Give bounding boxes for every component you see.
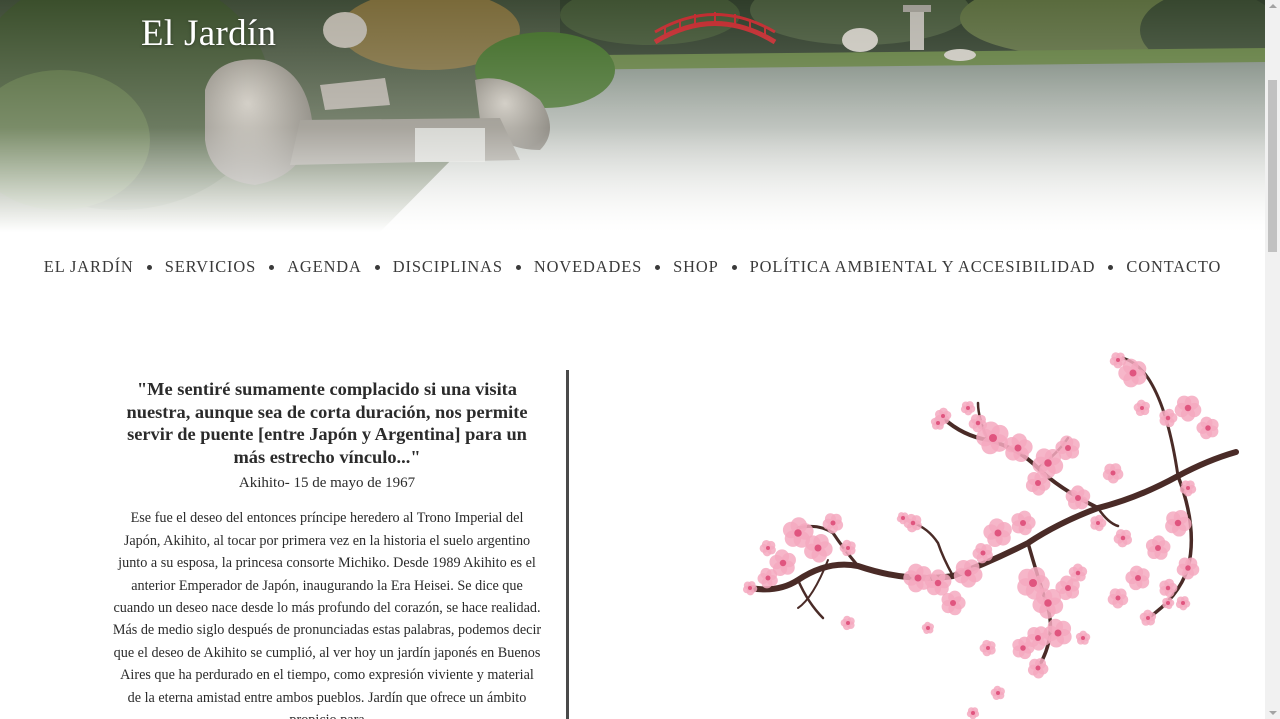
main-nav: EL JARDÍN SERVICIOS AGENDA DISCIPLINAS N… xyxy=(0,252,1265,282)
quote-attribution: Akihito- 15 de mayo de 1967 xyxy=(238,475,416,492)
site-title[interactable]: El Jardín xyxy=(141,12,276,55)
blossom-flower xyxy=(1075,630,1091,645)
blossom-flower xyxy=(757,567,778,589)
blossom-flower xyxy=(1065,485,1091,510)
blossom-flower xyxy=(1011,510,1036,536)
blossom-flower xyxy=(1068,563,1088,582)
intro-paragraph: Ese fue el deseo del entonces príncipe h… xyxy=(112,510,542,719)
nav-separator xyxy=(146,264,152,270)
nav-item-disciplinas[interactable]: DISCIPLINAS xyxy=(393,257,503,277)
vertical-divider xyxy=(566,370,569,719)
blossom-flower xyxy=(1179,480,1197,497)
nav-item-el-jardin[interactable]: EL JARDÍN xyxy=(44,257,134,277)
blossom-flower xyxy=(1125,565,1150,591)
blossom-flower xyxy=(979,639,996,657)
nav-separator xyxy=(374,264,380,270)
akihito-quote: "Me sentiré sumamente complacido si una … xyxy=(126,379,528,467)
blossom-flower xyxy=(921,621,934,634)
scroll-down-arrow-icon[interactable] xyxy=(1269,711,1277,715)
nav-item-politica-ambiental[interactable]: POLÍTICA AMBIENTAL Y ACCESIBILIDAD xyxy=(750,257,1096,277)
nav-separator xyxy=(655,264,661,270)
blossom-flower xyxy=(960,401,976,416)
blossom-flower xyxy=(1175,596,1191,611)
nav-item-novedades[interactable]: NOVEDADES xyxy=(534,257,642,277)
blossom-flower xyxy=(972,542,993,564)
page-scrollbar[interactable] xyxy=(1265,0,1280,719)
blossom-flower xyxy=(983,518,1012,547)
scroll-up-arrow-icon[interactable] xyxy=(1269,4,1277,8)
blossom-flower xyxy=(966,707,980,719)
blossom-flower xyxy=(1027,658,1049,679)
blossom-flower xyxy=(1107,588,1129,609)
blossom-flower xyxy=(840,615,855,631)
scroll-thumb[interactable] xyxy=(1268,80,1277,252)
blossom-flower xyxy=(1176,557,1200,580)
blossom-flower xyxy=(1159,408,1178,428)
nav-item-contacto[interactable]: CONTACTO xyxy=(1126,257,1221,277)
intro-section: "Me sentiré sumamente complacido si una … xyxy=(112,378,542,719)
nav-separator xyxy=(731,264,737,270)
blossom-flower xyxy=(1025,471,1051,496)
nav-separator xyxy=(515,264,521,270)
cherry-blossom-branch-icon xyxy=(742,352,1239,719)
blossom-flower xyxy=(1113,529,1133,548)
blossom-flower xyxy=(1145,535,1171,560)
blossom-flower xyxy=(742,581,758,596)
blossom-flower xyxy=(759,539,776,557)
blossom-flower xyxy=(1102,463,1124,484)
blossom-flower xyxy=(1133,399,1150,416)
blossom-flower xyxy=(1196,416,1219,440)
blossom-flower xyxy=(990,685,1005,700)
nav-separator xyxy=(269,264,275,270)
blossom-flower xyxy=(941,590,966,616)
hero-banner: El Jardín xyxy=(0,0,1265,232)
blossom-flower xyxy=(1174,395,1202,422)
nav-item-agenda[interactable]: AGENDA xyxy=(287,257,362,277)
blossom-flower xyxy=(839,539,856,557)
blossom-flower xyxy=(804,534,833,563)
nav-separator xyxy=(1108,264,1114,270)
blossom-flower xyxy=(953,559,983,588)
nav-item-shop[interactable]: SHOP xyxy=(673,257,719,277)
nav-item-servicios[interactable]: SERVICIOS xyxy=(165,257,257,277)
